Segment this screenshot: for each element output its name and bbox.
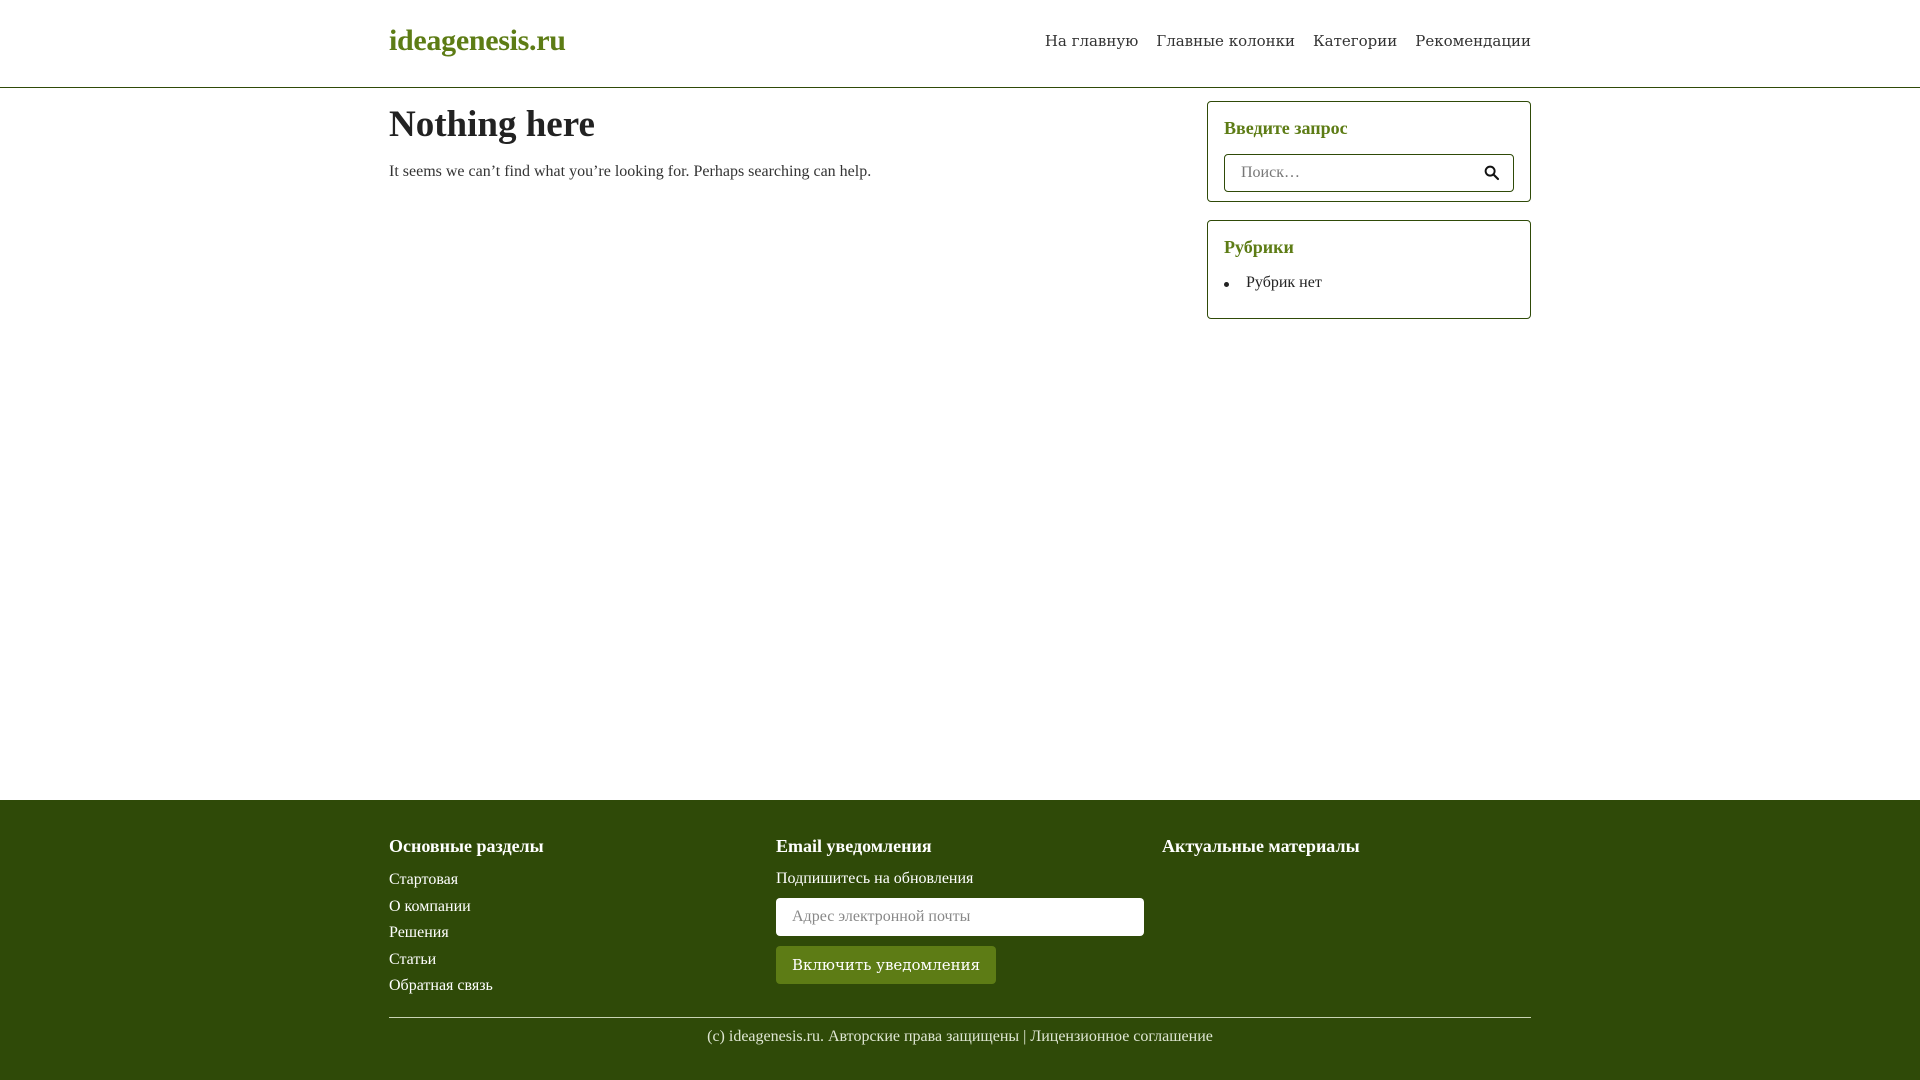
footer-sections-title: Основные разделы: [389, 836, 544, 856]
categories-widget-title: Рубрики: [1224, 237, 1294, 257]
footer-recent-title: Актуальные материалы: [1162, 836, 1360, 856]
footer-subscribe: Email уведомления Подпишитесь на обновле…: [776, 836, 1146, 984]
nav-item-main-columns[interactable]: Главные колонки: [1156, 32, 1295, 50]
search-icon[interactable]: [1483, 164, 1501, 182]
search-input[interactable]: [1241, 164, 1481, 182]
footer-sections: Основные разделы Стартовая О компании Ре…: [389, 836, 759, 1004]
footer-link-feedback[interactable]: Обратная связь: [389, 977, 493, 994]
list-item: Рубрик нет: [1224, 274, 1514, 292]
nav-item-recommendations[interactable]: Рекомендации: [1415, 32, 1531, 50]
site-title-link[interactable]: ideagenesis.ru: [389, 24, 566, 58]
main-content: Nothing here It seems we can’t find what…: [389, 103, 1169, 181]
footer-link-about[interactable]: О компании: [389, 898, 471, 915]
footer-subscribe-title: Email уведомления: [776, 836, 932, 856]
page-title: Nothing here: [389, 104, 595, 145]
site-header: ideagenesis.ru На главную Главные колонк…: [0, 0, 1920, 88]
main-nav: На главную Главные колонки Категории Рек…: [1027, 32, 1531, 50]
footer-subscribe-subtitle: Подпишитесь на обновления: [776, 870, 974, 887]
copyright-text: (c) ideagenesis.ru. Авторские права защи…: [707, 1028, 1213, 1045]
footer-link-solutions[interactable]: Решения: [389, 924, 449, 941]
search-box: [1224, 154, 1514, 192]
footer-links: Стартовая О компании Решения Статьи Обра…: [389, 871, 759, 1004]
categories-widget: Рубрики Рубрик нет: [1207, 220, 1531, 319]
footer-link-home[interactable]: Стартовая: [389, 871, 458, 888]
categories-list: Рубрик нет: [1224, 274, 1514, 292]
search-widget-title: Введите запрос: [1224, 118, 1348, 138]
nav-item-home[interactable]: На главную: [1045, 32, 1138, 50]
search-widget: Введите запрос: [1207, 101, 1531, 202]
page-message: It seems we can’t find what you’re looki…: [389, 163, 872, 180]
footer-divider: [389, 1017, 1531, 1018]
nav-item-categories[interactable]: Категории: [1313, 32, 1397, 50]
footer-link-articles[interactable]: Статьи: [389, 951, 436, 968]
footer-recent: Актуальные материалы: [1162, 836, 1532, 871]
subscribe-button[interactable]: Включить уведомления: [776, 946, 997, 984]
email-field[interactable]: [776, 898, 1144, 936]
site-footer: Основные разделы Стартовая О компании Ре…: [0, 800, 1920, 1080]
